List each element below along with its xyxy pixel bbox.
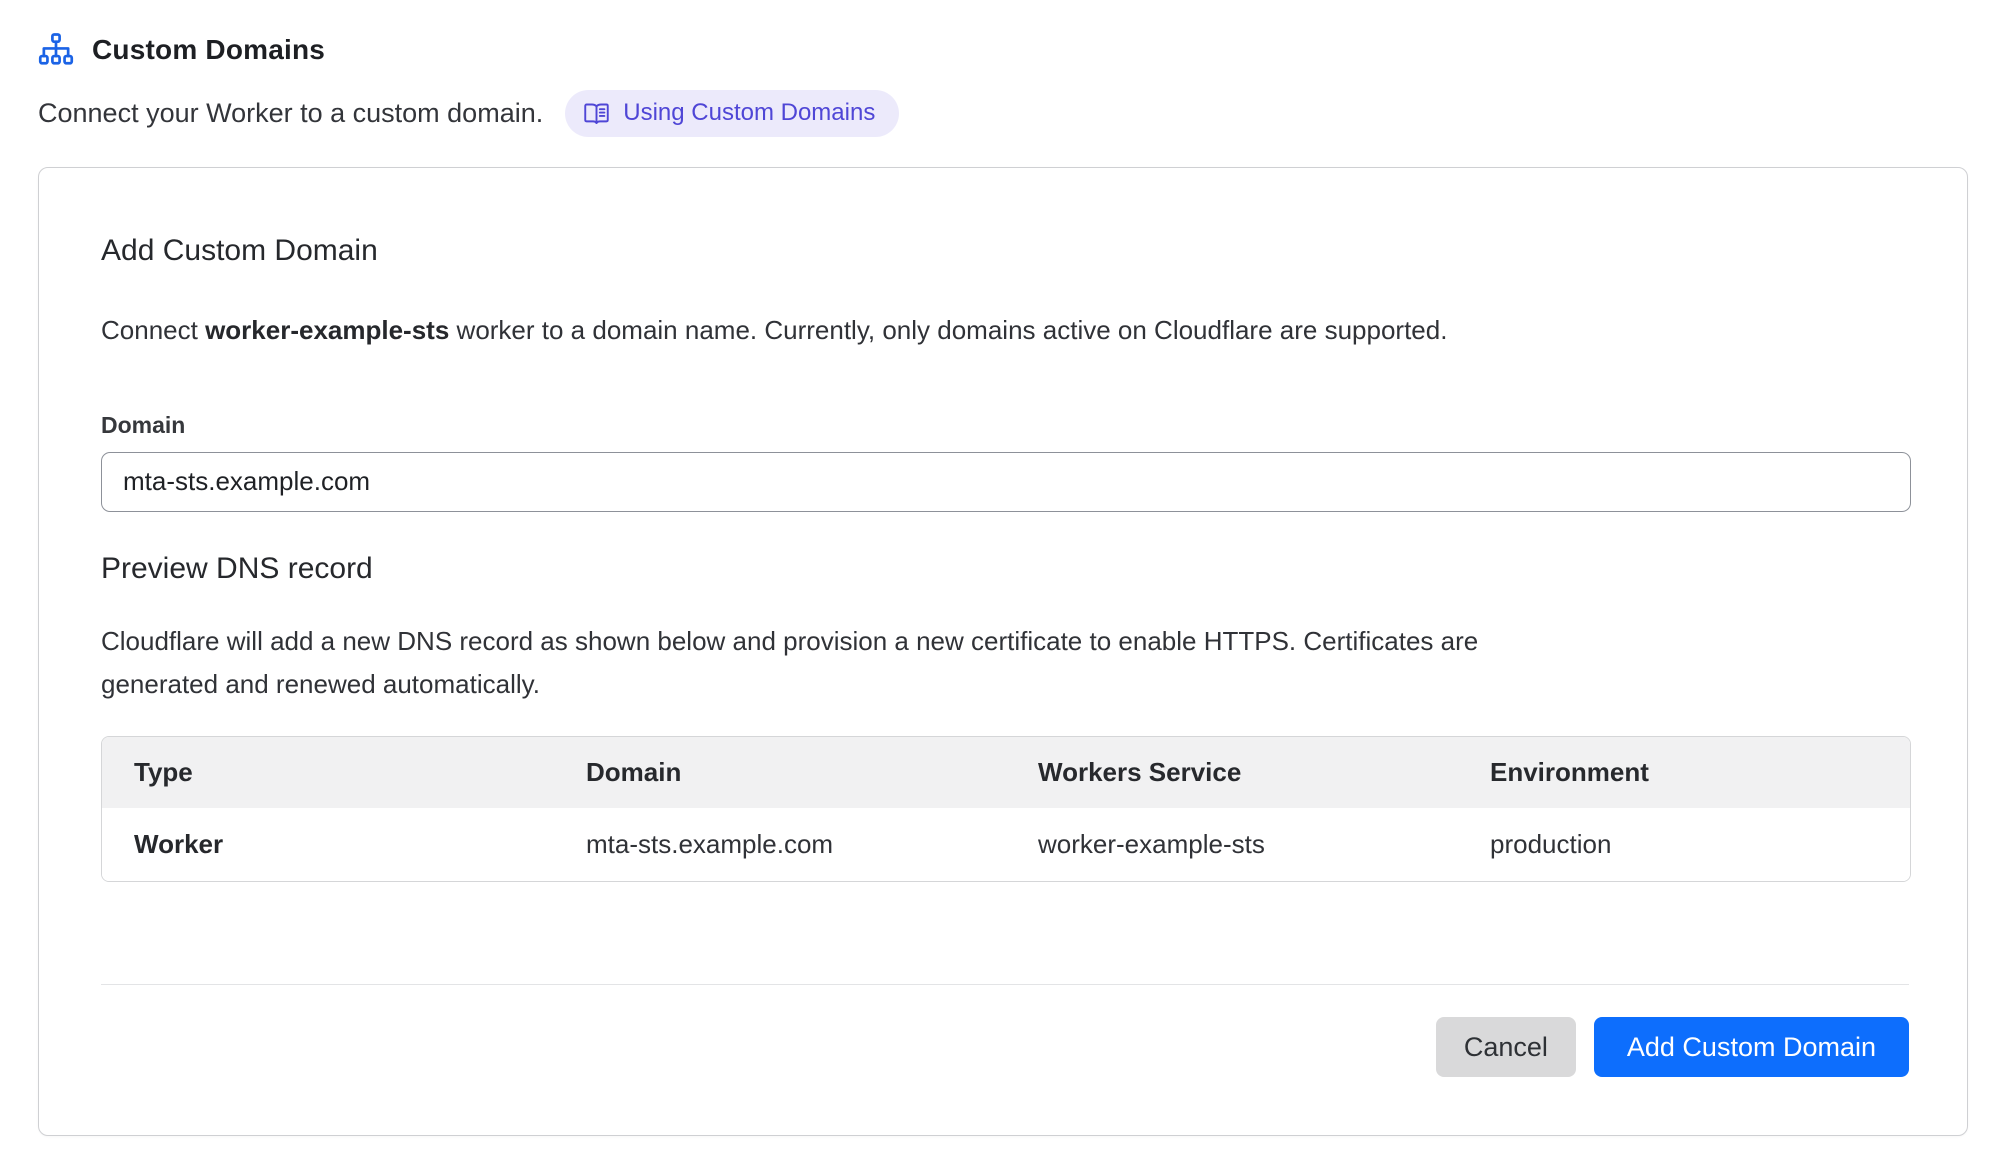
intro-suffix: worker to a domain name. Currently, only… <box>449 315 1447 345</box>
intro-prefix: Connect <box>101 315 205 345</box>
page-subtitle: Connect your Worker to a custom domain. <box>38 98 543 129</box>
spacer <box>101 882 1909 984</box>
table-row: Worker mta-sts.example.com worker-exampl… <box>102 808 1910 881</box>
dns-preview-table: Type Domain Workers Service Environment … <box>101 736 1911 882</box>
worker-name: worker-example-sts <box>205 315 449 345</box>
table-header-row: Type Domain Workers Service Environment <box>102 737 1910 808</box>
preview-dns-description: Cloudflare will add a new DNS record as … <box>101 620 1581 706</box>
custom-domains-page: Custom Domains Connect your Worker to a … <box>0 0 1999 1162</box>
cancel-button[interactable]: Cancel <box>1436 1017 1576 1077</box>
footer-actions: Cancel Add Custom Domain <box>101 1017 1909 1077</box>
preview-dns-heading: Preview DNS record <box>101 552 1909 586</box>
book-open-icon <box>583 100 610 127</box>
add-custom-domain-button[interactable]: Add Custom Domain <box>1594 1017 1909 1077</box>
docs-link-label: Using Custom Domains <box>623 99 875 128</box>
page-subtitle-row: Connect your Worker to a custom domain. … <box>38 90 1968 137</box>
column-header-domain: Domain <box>554 737 1006 808</box>
add-custom-domain-card: Add Custom Domain Connect worker-example… <box>38 167 1968 1136</box>
cell-domain: mta-sts.example.com <box>554 808 1006 881</box>
card-intro: Connect worker-example-sts worker to a d… <box>101 314 1909 348</box>
page-title: Custom Domains <box>92 34 325 66</box>
cell-type: Worker <box>102 808 554 881</box>
page-header: Custom Domains <box>38 32 1968 68</box>
column-header-type: Type <box>102 737 554 808</box>
docs-link-badge[interactable]: Using Custom Domains <box>565 90 899 137</box>
sitemap-icon <box>38 32 74 68</box>
cell-workers-service: worker-example-sts <box>1006 808 1458 881</box>
column-header-environment: Environment <box>1458 737 1910 808</box>
footer-divider <box>101 984 1909 985</box>
domain-field-label: Domain <box>101 412 1909 439</box>
domain-input[interactable] <box>101 452 1911 512</box>
column-header-workers-service: Workers Service <box>1006 737 1458 808</box>
cell-environment: production <box>1458 808 1910 881</box>
card-heading: Add Custom Domain <box>101 234 1909 268</box>
